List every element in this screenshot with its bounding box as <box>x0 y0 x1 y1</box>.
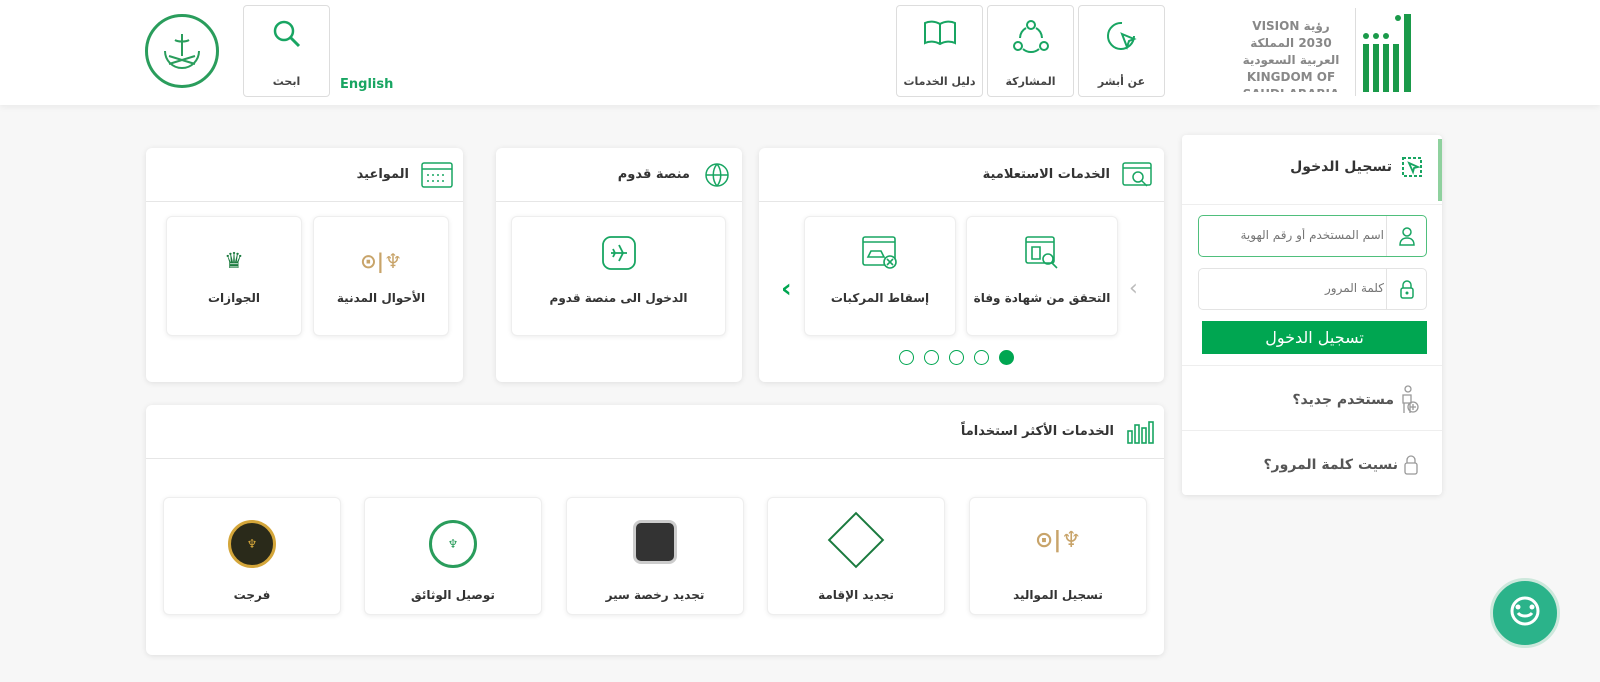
tile-label: توصيل الوثائق <box>411 588 495 602</box>
carousel-dot-active[interactable] <box>999 350 1014 365</box>
tile-label: الدخول الى منصة قدوم <box>549 291 688 305</box>
tile-vehicle-registration-renewal[interactable]: تجديد رخصة سير <box>566 497 744 615</box>
tile-iqama-renewal[interactable]: تجديد الإقامة <box>767 497 945 615</box>
search-icon <box>273 20 300 48</box>
forgot-password-link[interactable]: نسيت كلمة المرور؟ <box>1263 455 1418 475</box>
tile-vehicle-drop[interactable]: إسقاط المركبات <box>804 216 956 336</box>
card-title: الخدمات الاستعلامية <box>982 167 1110 182</box>
nav-participation[interactable]: المشاركة <box>987 5 1074 97</box>
tile-death-certificate[interactable]: التحقق من شهادة وفاة <box>966 216 1118 336</box>
login-submit-button[interactable]: تسجيل الدخول <box>1202 321 1427 354</box>
tile-label: الأحوال المدنية <box>336 291 426 305</box>
car-remove-icon <box>862 236 897 269</box>
username-field[interactable] <box>1198 215 1427 257</box>
add-user-icon <box>1402 385 1419 413</box>
interior-emblem: ♆ <box>429 520 477 568</box>
nav-label: عن أبشر <box>1097 75 1146 88</box>
tile-label: إسقاط المركبات <box>830 291 930 305</box>
search-button[interactable]: ابحث <box>243 5 330 97</box>
tile-civil-affairs[interactable]: ⊙|♆ الأحوال المدنية <box>313 216 449 336</box>
login-title: تسجيل الدخول <box>1290 159 1392 175</box>
tile-label: الجوازات <box>208 291 260 305</box>
vision-2030-logo: VISION رؤية 2030 المملكة العربية السعودي… <box>1242 19 1340 92</box>
carousel-dots <box>894 350 1019 369</box>
card-title: منصة قدوم <box>617 167 690 182</box>
carousel-dot[interactable] <box>924 350 939 365</box>
plane-icon <box>601 236 636 270</box>
tile-birth-registration[interactable]: ⊙|♆ تسجيل المواليد <box>969 497 1147 615</box>
chat-bot-icon <box>1510 596 1540 626</box>
tile-label: التحقق من شهادة وفاة <box>973 291 1111 305</box>
password-input[interactable] <box>1207 281 1384 295</box>
share-icon <box>1012 20 1049 53</box>
civil-affairs-logo: ⊙|♆ <box>360 249 402 273</box>
login-cursor-icon <box>1402 157 1422 177</box>
chat-assistant-button[interactable] <box>1490 578 1560 648</box>
carousel-dot[interactable] <box>899 350 914 365</box>
lock-icon <box>1399 280 1414 299</box>
carousel-prev-button[interactable]: ‹ <box>1129 276 1138 301</box>
username-input[interactable] <box>1207 228 1384 242</box>
passports-logo: ♛ <box>224 249 244 274</box>
globe-plane-icon <box>705 162 729 187</box>
new-user-link[interactable]: مستخدم جديد؟ <box>1292 385 1420 415</box>
new-user-label: مستخدم جديد؟ <box>1292 392 1394 408</box>
tile-label: فرجت <box>233 588 271 602</box>
book-icon <box>923 20 956 46</box>
tile-label: تجديد الإقامة <box>818 588 894 602</box>
nav-label: المشاركة <box>1005 75 1056 88</box>
card-title: المواعيد <box>356 167 409 182</box>
carousel-dot[interactable] <box>949 350 964 365</box>
nav-services-guide[interactable]: دليل الخدمات <box>896 5 983 97</box>
tile-document-delivery[interactable]: ♆ توصيل الوثائق <box>364 497 542 615</box>
tile-label: تسجيل المواليد <box>1013 588 1103 602</box>
tile-qudoom-login[interactable]: الدخول الى منصة قدوم <box>511 216 726 336</box>
tile-label: تجديد رخصة سير <box>605 588 705 602</box>
ministry-emblem <box>145 14 219 88</box>
search-doc-icon <box>1122 161 1152 187</box>
language-english-link[interactable]: English <box>340 77 393 92</box>
search-label: ابحث <box>272 75 301 88</box>
calendar-icon <box>421 161 453 188</box>
nav-label: دليل الخدمات <box>903 75 976 88</box>
traffic-logo <box>633 520 677 564</box>
carousel-next-button[interactable]: ‹ <box>781 274 792 304</box>
carousel-dot[interactable] <box>974 350 989 365</box>
passports-logo <box>827 511 885 569</box>
bar-chart-icon <box>1127 420 1154 444</box>
card-title: الخدمات الأكثر استخداماً <box>960 424 1114 439</box>
tile-passports[interactable]: ♛ الجوازات <box>166 216 302 336</box>
certificate-search-icon <box>1025 236 1058 269</box>
user-icon <box>1398 227 1415 246</box>
forgot-label: نسيت كلمة المرور؟ <box>1263 457 1398 473</box>
absher-logo[interactable] <box>1355 8 1420 96</box>
lock-question-icon <box>1404 455 1418 475</box>
password-field[interactable] <box>1198 268 1427 310</box>
tile-farajat[interactable]: ♆ فرجت <box>163 497 341 615</box>
login-panel: تسجيل الدخول <box>1182 135 1442 495</box>
header: VISION رؤية 2030 المملكة العربية السعودي… <box>0 0 1600 105</box>
prisons-logo: ♆ <box>228 520 276 568</box>
cursor-circle-icon <box>1106 21 1137 50</box>
civil-affairs-logo: ⊙|♆ <box>1034 528 1082 553</box>
nav-about-absher[interactable]: عن أبشر <box>1078 5 1165 97</box>
